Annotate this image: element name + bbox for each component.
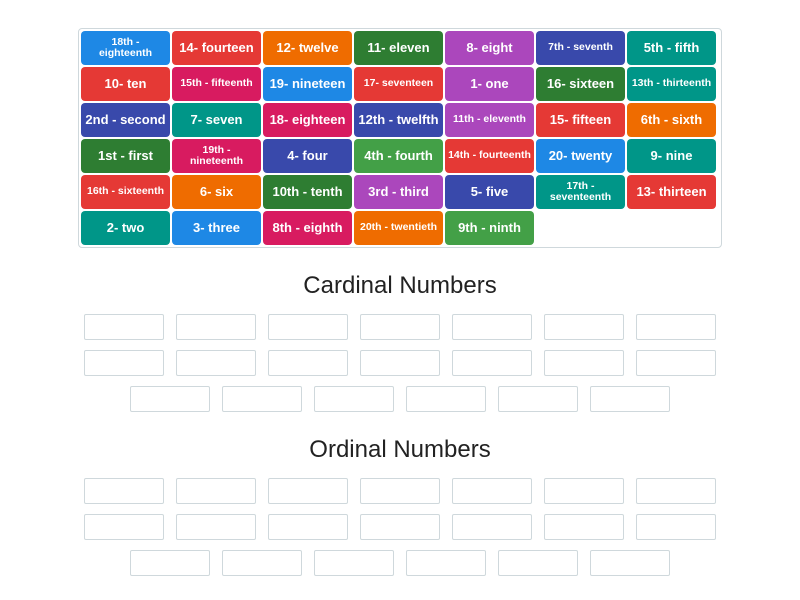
tile-30[interactable]: 10th - tenth	[263, 175, 352, 209]
tile-17[interactable]: 12th - twelfth	[354, 103, 443, 137]
drop-slot[interactable]	[176, 350, 256, 376]
drop-slot[interactable]	[130, 386, 210, 412]
drop-slot[interactable]	[222, 386, 302, 412]
tile-7[interactable]: 10- ten	[81, 67, 170, 101]
tile-36[interactable]: 3- three	[172, 211, 261, 245]
tile-22[interactable]: 19th - nineteenth	[172, 139, 261, 173]
drop-slot[interactable]	[498, 550, 578, 576]
tile-33[interactable]: 17th - seventeenth	[536, 175, 625, 209]
drop-slot[interactable]	[590, 386, 670, 412]
drop-slot[interactable]	[636, 514, 716, 540]
drop-slot[interactable]	[268, 478, 348, 504]
tile-32[interactable]: 5- five	[445, 175, 534, 209]
drop-slot[interactable]	[130, 550, 210, 576]
tile-12[interactable]: 16- sixteen	[536, 67, 625, 101]
group-title-0: Cardinal Numbers	[0, 272, 800, 300]
tile-23[interactable]: 4- four	[263, 139, 352, 173]
tile-25[interactable]: 14th - fourteenth	[445, 139, 534, 173]
tile-21[interactable]: 1st - first	[81, 139, 170, 173]
drop-slot[interactable]	[176, 478, 256, 504]
drop-slot[interactable]	[84, 478, 164, 504]
tile-3[interactable]: 11- eleven	[354, 31, 443, 65]
tile-13[interactable]: 13th - thirteenth	[627, 67, 716, 101]
drop-slot[interactable]	[360, 314, 440, 340]
tile-20[interactable]: 6th - sixth	[627, 103, 716, 137]
tile-14[interactable]: 2nd - second	[81, 103, 170, 137]
drop-slot[interactable]	[452, 314, 532, 340]
drop-slot[interactable]	[84, 314, 164, 340]
tile-9[interactable]: 19- nineteen	[263, 67, 352, 101]
tile-27[interactable]: 9- nine	[627, 139, 716, 173]
drop-slot[interactable]	[314, 550, 394, 576]
drop-slot[interactable]	[544, 314, 624, 340]
drop-slot[interactable]	[544, 478, 624, 504]
drop-slot[interactable]	[498, 386, 578, 412]
drop-slot[interactable]	[84, 514, 164, 540]
tile-1[interactable]: 14- fourteen	[172, 31, 261, 65]
tile-39[interactable]: 9th - ninth	[445, 211, 534, 245]
drop-slot[interactable]	[406, 386, 486, 412]
tile-34[interactable]: 13- thirteen	[627, 175, 716, 209]
tile-19[interactable]: 15- fifteen	[536, 103, 625, 137]
drop-slot[interactable]	[452, 514, 532, 540]
tile-31[interactable]: 3rd - third	[354, 175, 443, 209]
tile-29[interactable]: 6- six	[172, 175, 261, 209]
tile-18[interactable]: 11th - eleventh	[445, 103, 534, 137]
tile-15[interactable]: 7- seven	[172, 103, 261, 137]
tile-35[interactable]: 2- two	[81, 211, 170, 245]
drop-slot[interactable]	[544, 350, 624, 376]
drop-slot[interactable]	[268, 314, 348, 340]
tile-16[interactable]: 18- eighteen	[263, 103, 352, 137]
tile-8[interactable]: 15th - fifteenth	[172, 67, 261, 101]
drop-slot[interactable]	[176, 514, 256, 540]
group-title-1: Ordinal Numbers	[0, 436, 800, 464]
drop-slot[interactable]	[636, 314, 716, 340]
tile-4[interactable]: 8- eight	[445, 31, 534, 65]
tile-pool: 18th - eighteenth14- fourteen12- twelve1…	[78, 28, 722, 248]
drop-slot[interactable]	[360, 514, 440, 540]
tile-11[interactable]: 1- one	[445, 67, 534, 101]
drop-slot[interactable]	[544, 514, 624, 540]
tile-5[interactable]: 7th - seventh	[536, 31, 625, 65]
tile-0[interactable]: 18th - eighteenth	[81, 31, 170, 65]
drop-slot[interactable]	[360, 478, 440, 504]
drop-slot[interactable]	[452, 350, 532, 376]
drop-slot[interactable]	[314, 386, 394, 412]
tile-26[interactable]: 20- twenty	[536, 139, 625, 173]
drop-slot[interactable]	[268, 514, 348, 540]
drop-slot[interactable]	[406, 550, 486, 576]
drop-slot[interactable]	[360, 350, 440, 376]
tile-37[interactable]: 8th - eighth	[263, 211, 352, 245]
drop-slot[interactable]	[176, 314, 256, 340]
tile-2[interactable]: 12- twelve	[263, 31, 352, 65]
drop-slot[interactable]	[222, 550, 302, 576]
drop-slot[interactable]	[84, 350, 164, 376]
drop-slot[interactable]	[636, 350, 716, 376]
tile-10[interactable]: 17- seventeen	[354, 67, 443, 101]
tile-28[interactable]: 16th - sixteenth	[81, 175, 170, 209]
drop-slot[interactable]	[590, 550, 670, 576]
drop-slot[interactable]	[452, 478, 532, 504]
tile-24[interactable]: 4th - fourth	[354, 139, 443, 173]
tile-38[interactable]: 20th - twentieth	[354, 211, 443, 245]
tile-6[interactable]: 5th - fifth	[627, 31, 716, 65]
drop-slot[interactable]	[268, 350, 348, 376]
drop-slot[interactable]	[636, 478, 716, 504]
